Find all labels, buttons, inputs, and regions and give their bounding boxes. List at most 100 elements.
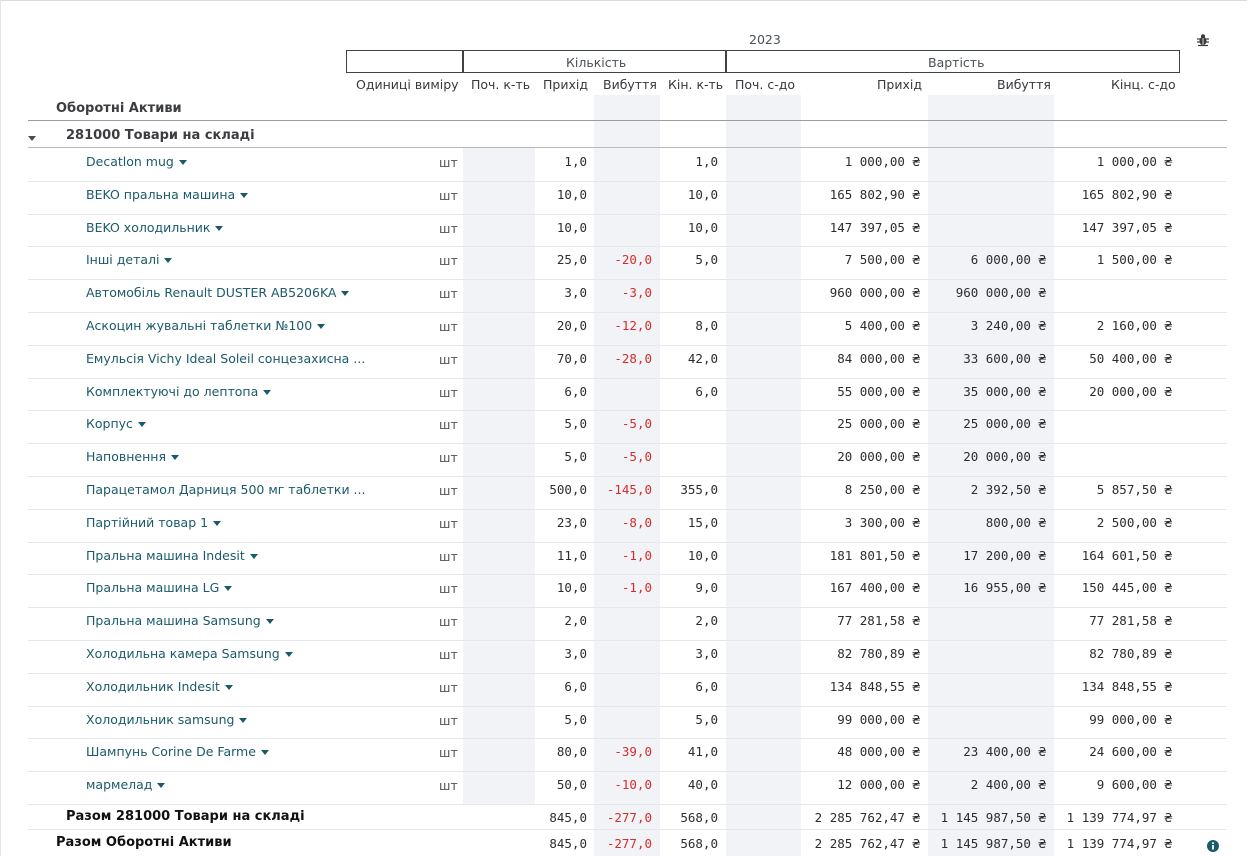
group-quantity-header: Кількість — [566, 55, 627, 70]
product-link[interactable]: BEKO холодильник — [86, 220, 224, 235]
product-link[interactable]: Пральна машина LG — [86, 580, 233, 595]
unit-label: шт — [439, 647, 458, 662]
account-title[interactable]: 281000 Товари на складі — [66, 128, 255, 143]
qty-end-cell: 6,0 — [695, 679, 718, 694]
val-in-cell: 5 400,00 ₴ — [844, 318, 920, 333]
qty-out-cell: -5,0 — [621, 416, 652, 431]
unit-label: шт — [439, 713, 458, 728]
val-end-cell: 1 500,00 ₴ — [1096, 252, 1172, 267]
product-link[interactable]: Парацетамол Дарниця 500 мг таблетки ... — [86, 482, 365, 497]
qty-in-cell: 23,0 — [556, 515, 587, 530]
qty-in-cell: 2,0 — [564, 613, 587, 628]
product-name: Автомобіль Renault DUSTER AB5206KA — [86, 285, 337, 300]
total-qty-in: 845,0 — [549, 810, 587, 825]
val-in-cell: 165 802,90 ₴ — [829, 187, 920, 202]
product-link[interactable]: Інші деталі — [86, 252, 173, 267]
info-icon[interactable] — [1207, 837, 1219, 852]
qty-in-cell: 3,0 — [564, 646, 587, 661]
product-link[interactable]: Decatlon mug — [86, 154, 187, 169]
val-end-cell: 164 601,50 ₴ — [1081, 548, 1172, 563]
product-link[interactable]: Шампунь Corine De Farme — [86, 744, 269, 759]
qty-out-cell: -39,0 — [614, 744, 652, 759]
row-divider — [28, 574, 1227, 575]
qty-end-cell: 1,0 — [695, 154, 718, 169]
divider — [28, 829, 1227, 830]
unit-label: шт — [439, 778, 458, 793]
val-end-cell: 9 600,00 ₴ — [1096, 777, 1172, 792]
qty-end-cell: 42,0 — [687, 351, 718, 366]
caret-down-icon — [341, 291, 350, 296]
qty-in-cell: 3,0 — [564, 285, 587, 300]
col-header-qty-start: Поч. к-ть — [471, 77, 531, 92]
total-qty-out: -277,0 — [606, 810, 652, 825]
qty-in-cell: 70,0 — [556, 351, 587, 366]
val-end-cell: 2 500,00 ₴ — [1096, 515, 1172, 530]
row-divider — [28, 378, 1227, 379]
qty-in-cell: 6,0 — [564, 384, 587, 399]
product-link[interactable]: Автомобіль Renault DUSTER AB5206KA — [86, 285, 350, 300]
qty-in-cell: 5,0 — [564, 416, 587, 431]
caret-down-icon — [224, 685, 233, 690]
val-end-cell: 5 857,50 ₴ — [1096, 482, 1172, 497]
product-link[interactable]: Комплектуючі до лептопа — [86, 384, 272, 399]
caret-down-icon — [213, 521, 222, 526]
val-out-cell: 35 000,00 ₴ — [963, 384, 1046, 399]
val-end-cell: 82 780,89 ₴ — [1089, 646, 1172, 661]
qty-end-cell: 2,0 — [695, 613, 718, 628]
caret-down-icon — [263, 390, 272, 395]
row-divider — [28, 312, 1227, 313]
qty-end-cell: 15,0 — [687, 515, 718, 530]
row-divider — [28, 246, 1227, 247]
product-link[interactable]: Аскоцин жувальні таблетки №100 — [86, 318, 326, 333]
val-out-cell: 6 000,00 ₴ — [970, 252, 1046, 267]
qty-out-cell: -28,0 — [614, 351, 652, 366]
unit-label: шт — [439, 319, 458, 334]
product-link[interactable]: Емульсія Vichy Ideal Soleil сонцезахисна… — [86, 351, 365, 366]
product-name: Пральна машина LG — [86, 580, 220, 595]
qty-end-cell: 355,0 — [680, 482, 718, 497]
col-header-qty-out: Вибуття — [603, 77, 657, 92]
caret-down-icon — [224, 586, 233, 591]
caret-down-icon — [157, 783, 166, 788]
unit-label: шт — [439, 286, 458, 301]
caret-down-icon — [317, 324, 326, 329]
row-divider — [28, 607, 1227, 608]
product-link[interactable]: Наповнення — [86, 449, 179, 464]
product-link[interactable]: Холодильник samsung — [86, 712, 248, 727]
product-name: Парацетамол Дарниця 500 мг таблетки ... — [86, 482, 366, 497]
val-in-cell: 25 000,00 ₴ — [837, 416, 920, 431]
product-link[interactable]: мармелад — [86, 777, 166, 792]
caret-down-icon — [265, 619, 274, 624]
product-link[interactable]: Пральна машина Samsung — [86, 613, 274, 628]
qty-out-cell: -1,0 — [621, 548, 652, 563]
product-link[interactable]: Холодильна камера Samsung — [86, 646, 293, 661]
col-header-val-start: Поч. с-до — [735, 77, 796, 92]
product-link[interactable]: Партійний товар 1 — [86, 515, 222, 530]
caret-down-icon — [170, 455, 179, 460]
product-name: Decatlon mug — [86, 154, 174, 169]
account-collapse-toggle[interactable] — [28, 128, 36, 147]
row-divider — [28, 738, 1227, 739]
qty-in-cell: 5,0 — [564, 712, 587, 727]
row-divider — [28, 476, 1227, 477]
product-name: Пральна машина Indesit — [86, 548, 245, 563]
val-in-cell: 48 000,00 ₴ — [837, 744, 920, 759]
year-header: 2023 — [749, 32, 781, 47]
val-out-cell: 2 392,50 ₴ — [970, 482, 1046, 497]
caret-down-icon — [284, 652, 293, 657]
product-link[interactable]: Корпус — [86, 416, 146, 431]
val-in-cell: 134 848,55 ₴ — [829, 679, 920, 694]
qty-in-cell: 20,0 — [556, 318, 587, 333]
product-name: Холодильна камера Samsung — [86, 646, 280, 661]
val-in-cell: 99 000,00 ₴ — [837, 712, 920, 727]
bug-icon[interactable] — [1196, 32, 1210, 47]
unit-label: шт — [439, 385, 458, 400]
product-link[interactable]: BEKO пральна машина — [86, 187, 249, 202]
product-link[interactable]: Холодильник Indesit — [86, 679, 233, 694]
caret-down-icon — [178, 160, 187, 165]
product-link[interactable]: Пральна машина Indesit — [86, 548, 258, 563]
total-qty-end: 568,0 — [680, 810, 718, 825]
row-divider — [28, 279, 1227, 280]
product-name: Холодильник Indesit — [86, 679, 220, 694]
row-divider — [28, 640, 1227, 641]
